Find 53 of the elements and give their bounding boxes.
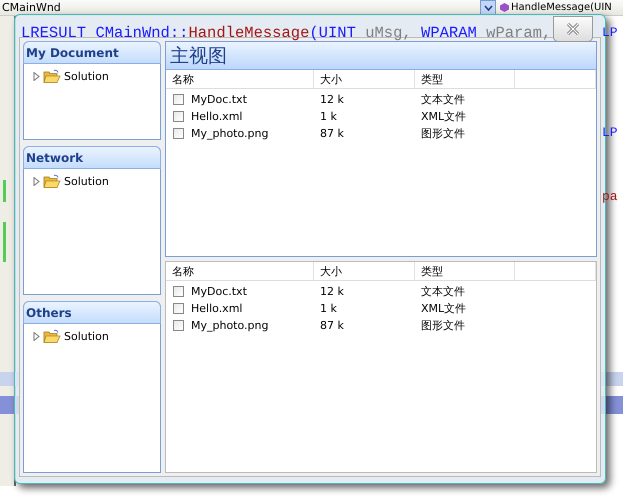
checkbox[interactable] [173,94,184,105]
column-header[interactable]: 大小 [314,262,415,280]
file-type: 图形文件 [420,318,466,333]
column-header[interactable]: 类型 [415,262,515,280]
dropdown-button[interactable] [480,0,496,15]
column-header[interactable]: 大小 [314,70,415,88]
method-icon [500,3,509,12]
change-marker [3,222,6,262]
file-size: 1 k [319,302,338,315]
expand-arrow-icon[interactable] [33,332,40,340]
close-button[interactable] [553,16,593,42]
file-type: 文本文件 [420,92,466,107]
chevron-down-icon [484,4,492,10]
expand-arrow-icon[interactable] [33,72,40,80]
file-size: 12 k [319,93,345,106]
checkbox[interactable] [173,286,184,297]
code-line: LRESULT CMainWnd::HandleMessage(UINT uMsg, WPARAM wParam, [21,24,552,42]
tree-item[interactable]: Solution [64,174,109,188]
folder-icon [43,174,61,188]
file-size: 87 k [319,127,345,140]
panel-header[interactable]: Others [23,301,161,324]
column-header[interactable]: 名称 [166,262,314,280]
checkbox[interactable] [173,111,184,122]
main-view-title: 主视图 [166,42,596,70]
method-combo[interactable]: HandleMessage(UIN [496,2,612,13]
column-header[interactable]: 名称 [166,70,314,88]
tree-item[interactable]: Solution [64,70,109,82]
file-type: XML文件 [420,109,468,124]
folder-icon [43,68,61,84]
class-combo[interactable]: CMainWnd [0,1,480,14]
file-size: 1 k [319,110,338,123]
panel-header[interactable]: Network [23,146,161,169]
file-name: MyDoc.txt [191,93,247,106]
file-size: 87 k [319,319,345,332]
file-name: My_photo.png [191,127,268,140]
checkbox[interactable] [173,320,184,331]
file-name: Hello.xml [191,110,242,123]
change-marker [3,180,6,202]
file-name: Hello.xml [191,302,242,315]
file-type: 图形文件 [420,126,466,141]
file-name: MyDoc.txt [191,285,247,298]
checkbox[interactable] [173,128,184,139]
file-type: 文本文件 [420,284,466,299]
checkbox[interactable] [173,303,184,314]
file-name: My_photo.png [191,319,268,332]
file-size: 12 k [319,285,345,298]
column-header[interactable]: 类型 [415,70,515,88]
panel-header[interactable]: My Document [23,41,161,64]
file-type: XML文件 [420,301,468,316]
close-icon [566,23,580,35]
expand-arrow-icon[interactable] [33,176,40,186]
folder-icon [43,328,61,344]
tree-item[interactable]: Solution [64,330,109,342]
